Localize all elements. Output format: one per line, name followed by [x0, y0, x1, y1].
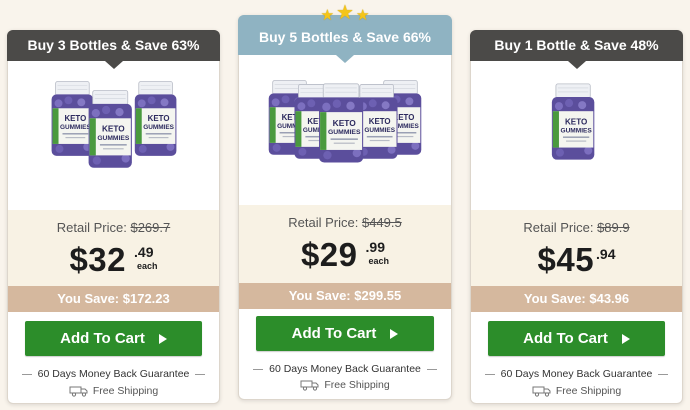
package-header-label: Buy 3 Bottles & Save 63% — [27, 37, 200, 53]
package-header-label: Buy 5 Bottles & Save 66% — [259, 29, 431, 45]
truck-icon — [69, 386, 88, 397]
free-shipping: Free Shipping — [8, 385, 219, 397]
retail-price: $269.7 — [130, 220, 171, 235]
truck-icon — [300, 380, 319, 391]
package-card-3-bottles: Buy 3 Bottles & Save 63% Retail Price: $… — [7, 30, 220, 404]
package-header-label: Buy 1 Bottle & Save 48% — [494, 37, 659, 53]
play-arrow-icon — [390, 328, 399, 339]
play-arrow-icon — [621, 333, 630, 344]
retail-label: Retail Price: — [288, 215, 359, 230]
retail-label: Retail Price: — [523, 220, 594, 235]
add-to-cart-button[interactable]: Add To Cart — [256, 316, 434, 351]
price-unit: each — [368, 256, 390, 266]
star-icon: ★ — [336, 2, 354, 24]
guarantee-text: 60 Days Money Back Guarantee — [269, 363, 421, 375]
package-header: Buy 3 Bottles & Save 63% — [7, 30, 220, 69]
star-icon: ★ — [355, 7, 370, 24]
you-save-bar: You Save: $43.96 — [471, 286, 682, 312]
star-icon: ★ — [320, 7, 335, 24]
money-back-guarantee: 60 Days Money Back Guarantee — [8, 368, 219, 380]
shipping-text: Free Shipping — [324, 379, 390, 391]
add-to-cart-label: Add To Cart — [60, 330, 145, 347]
package-card-1-bottle: Buy 1 Bottle & Save 48% Retail Price: $8… — [470, 30, 683, 404]
product-image-5-bottles — [239, 62, 451, 202]
retail-price-row: Retail Price: $89.9 — [471, 210, 682, 235]
sale-price: $29 .99 each — [239, 237, 451, 273]
guarantee-text: 60 Days Money Back Guarantee — [37, 368, 190, 380]
price-cents: .94 — [596, 246, 616, 262]
price-area: Retail Price: $269.7 $32 .49 each — [8, 210, 219, 286]
you-save-bar: You Save: $172.23 — [8, 286, 219, 312]
guarantee-text: 60 Days Money Back Guarantee — [500, 368, 653, 380]
price-cents: .99 — [365, 239, 385, 255]
rating-stars: ★ ★ ★ — [321, 3, 370, 23]
add-to-cart-button[interactable]: Add To Cart — [25, 321, 202, 356]
money-back-guarantee: 60 Days Money Back Guarantee — [239, 363, 451, 375]
shipping-text: Free Shipping — [555, 385, 622, 397]
price-cents: .49 — [134, 244, 154, 260]
shipping-text: Free Shipping — [92, 385, 159, 397]
product-image-3-bottles — [8, 67, 219, 207]
free-shipping: Free Shipping — [471, 385, 682, 397]
money-back-guarantee: 60 Days Money Back Guarantee — [471, 368, 682, 380]
price-dollars: $32 — [69, 241, 127, 278]
product-image-1-bottle — [471, 67, 682, 207]
price-area: Retail Price: $449.5 $29 .99 each — [239, 205, 451, 283]
add-to-cart-label: Add To Cart — [523, 330, 608, 347]
price-unit: each — [137, 261, 158, 271]
retail-price-row: Retail Price: $449.5 — [239, 205, 451, 230]
add-to-cart-label: Add To Cart — [291, 325, 377, 342]
you-save-bar: You Save: $299.55 — [239, 283, 451, 309]
free-shipping: Free Shipping — [239, 379, 451, 391]
package-header: Buy 1 Bottle & Save 48% — [470, 30, 683, 69]
truck-icon — [532, 386, 551, 397]
retail-label: Retail Price: — [56, 220, 127, 235]
add-to-cart-button[interactable]: Add To Cart — [488, 321, 665, 356]
retail-price-row: Retail Price: $269.7 — [8, 210, 219, 235]
retail-price: $89.9 — [597, 220, 630, 235]
price-area: Retail Price: $89.9 $45 .94 — [471, 210, 682, 286]
sale-price: $32 .49 each — [8, 242, 219, 278]
price-dollars: $45 — [537, 241, 595, 278]
price-dollars: $29 — [300, 236, 358, 273]
package-card-5-bottles: ★ ★ ★ Buy 5 Bottles & Save 66% Retail Pr… — [238, 3, 452, 400]
play-arrow-icon — [158, 333, 167, 344]
retail-price: $449.5 — [361, 215, 402, 230]
sale-price: $45 .94 — [471, 242, 682, 278]
